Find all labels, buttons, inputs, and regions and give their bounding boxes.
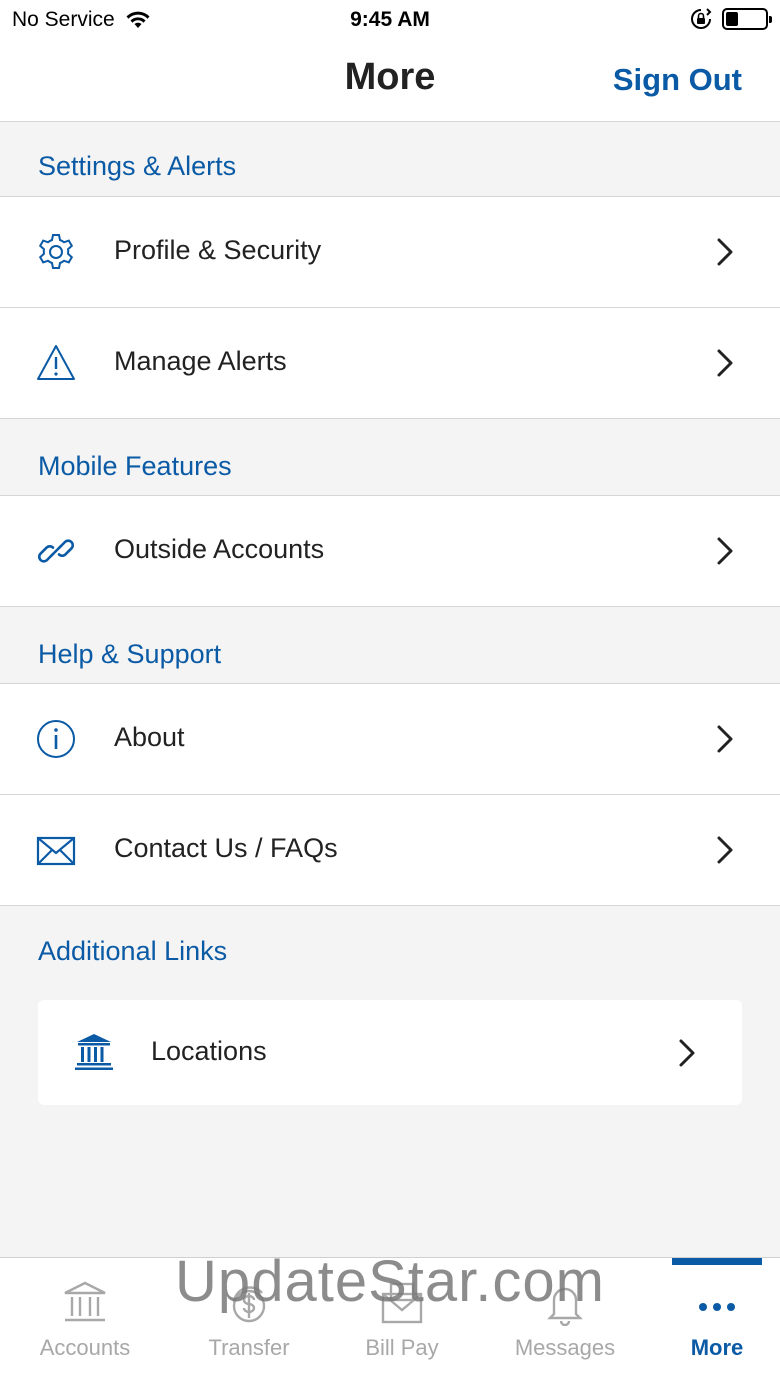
chevron-right-icon xyxy=(717,725,733,753)
rotation-lock-icon xyxy=(691,8,712,29)
envelope-icon xyxy=(36,836,76,866)
active-tab-indicator xyxy=(672,1258,762,1265)
chevron-right-icon xyxy=(717,349,733,377)
tab-accounts[interactable]: Accounts xyxy=(7,1258,163,1387)
status-bar: No Service 9:45 AM xyxy=(0,0,780,40)
menu-item-profile-security[interactable]: Profile & Security xyxy=(0,197,780,308)
link-icon xyxy=(37,539,75,563)
menu-item-manage-alerts[interactable]: Manage Alerts xyxy=(0,308,780,419)
tab-bar: Accounts Transfer Bill Pay Messages More xyxy=(0,1257,780,1387)
menu-item-label: Manage Alerts xyxy=(114,346,287,376)
menu-item-label: About xyxy=(114,722,185,752)
tab-label: Transfer xyxy=(208,1335,290,1360)
tab-label: More xyxy=(690,1335,744,1360)
menu-item-about[interactable]: About xyxy=(0,684,780,795)
menu-item-label: Outside Accounts xyxy=(114,534,325,564)
section-header-settings: Settings & Alerts xyxy=(0,123,780,197)
menu-item-locations[interactable]: Locations xyxy=(38,1000,742,1105)
bill-envelope-icon xyxy=(381,1282,423,1324)
tab-label: Accounts xyxy=(39,1335,131,1360)
chevron-right-icon xyxy=(679,1039,695,1067)
menu-item-outside-accounts[interactable]: Outside Accounts xyxy=(0,496,780,607)
status-time: 9:45 AM xyxy=(350,8,430,31)
nav-bar: More Sign Out xyxy=(0,40,780,122)
chevron-right-icon xyxy=(717,238,733,266)
tab-label: Bill Pay xyxy=(365,1335,439,1360)
tab-label: Messages xyxy=(514,1335,616,1360)
menu-item-label: Locations xyxy=(151,1036,267,1066)
section-header-help: Help & Support xyxy=(0,607,780,684)
section-header-additional: Additional Links xyxy=(0,906,780,986)
info-icon xyxy=(37,720,75,758)
bell-icon xyxy=(547,1287,583,1326)
chevron-right-icon xyxy=(717,537,733,565)
section-header-mobile: Mobile Features xyxy=(0,419,780,496)
battery-icon xyxy=(722,8,772,30)
sign-out-button[interactable]: Sign Out xyxy=(613,62,742,98)
tab-bill-pay[interactable]: Bill Pay xyxy=(324,1258,480,1387)
tab-messages[interactable]: Messages xyxy=(487,1258,643,1387)
dollar-transfer-icon xyxy=(232,1286,266,1323)
menu-item-contact-faqs[interactable]: Contact Us / FAQs xyxy=(0,795,780,906)
warning-icon xyxy=(37,345,75,380)
tab-more[interactable]: More xyxy=(639,1258,780,1387)
menu-item-label: Profile & Security xyxy=(114,235,322,265)
bank-icon xyxy=(75,1034,113,1070)
bank-icon xyxy=(64,1281,106,1322)
tab-transfer[interactable]: Transfer xyxy=(171,1258,327,1387)
more-dots-icon xyxy=(699,1303,735,1311)
chevron-right-icon xyxy=(717,836,733,864)
gear-icon xyxy=(38,234,74,269)
menu-item-label: Contact Us / FAQs xyxy=(114,833,338,863)
status-right xyxy=(690,8,772,30)
